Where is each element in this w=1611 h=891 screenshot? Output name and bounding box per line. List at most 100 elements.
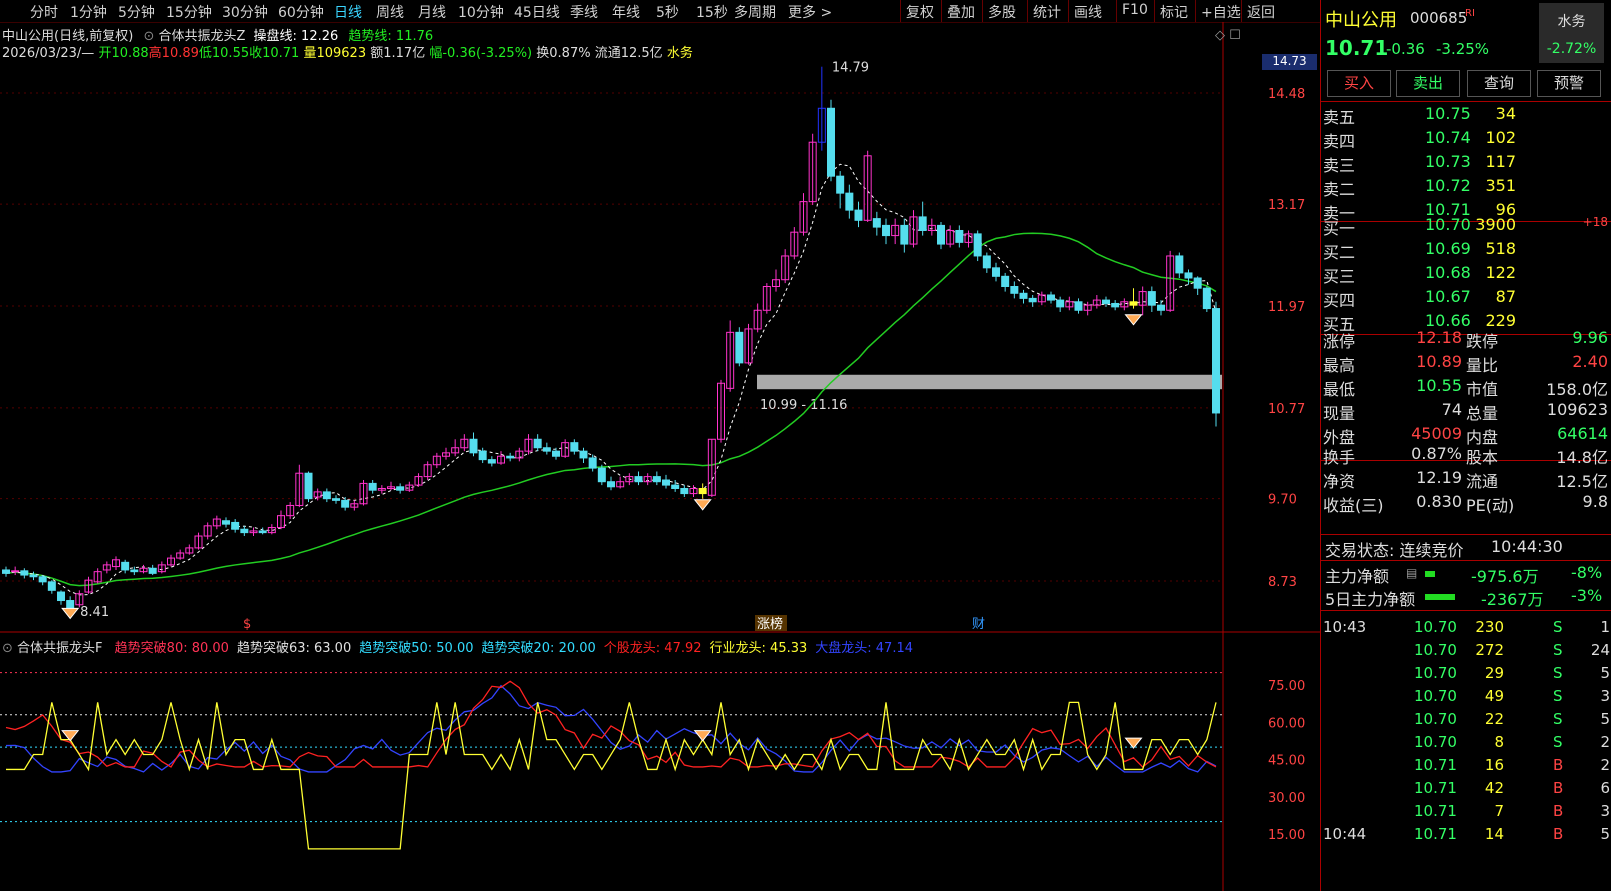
toolbar-button[interactable]: F10 [1122, 2, 1148, 18]
sub-indicator-item: 大盘龙头: 47.14 [815, 641, 913, 656]
candle-body [1157, 304, 1165, 311]
ask-row: 卖四 10.74 102 [1321, 126, 1611, 151]
stat-value: 10.89 [1416, 352, 1462, 371]
sub-indicator-item: 趋势突破80: 80.00 [114, 641, 229, 656]
level-label: 买二 [1323, 243, 1356, 262]
tick-price: 10.70 [1414, 733, 1457, 751]
candle-body [506, 455, 515, 459]
bid-row: 买二 10.69 518 [1321, 237, 1611, 262]
candle-body [29, 574, 38, 578]
period-tab[interactable]: 45日线 [514, 2, 560, 22]
collapse-icon[interactable]: ◇ ☐ [1215, 28, 1241, 43]
buy-button[interactable]: 买入 [1327, 70, 1391, 97]
query-button[interactable]: 查询 [1467, 70, 1531, 97]
alert-button[interactable]: 预警 [1537, 70, 1601, 97]
main-net-pct: -8% [1571, 563, 1603, 582]
candle-body [1129, 301, 1138, 306]
tick-row[interactable]: 10.71 16 B 2 [1321, 754, 1611, 778]
candle-body [1147, 291, 1156, 306]
tick-row[interactable]: 10.70 8 S 2 [1321, 731, 1611, 755]
sector-box[interactable]: 水务 -2.72% [1539, 3, 1604, 63]
toolbar-button[interactable]: 画线 [1074, 2, 1102, 22]
level-price: 10.72 [1425, 176, 1471, 195]
candle-body [1010, 286, 1019, 294]
stat-value: 9.96 [1572, 328, 1608, 347]
period-tab[interactable]: 周线 [376, 2, 404, 22]
candle-body [148, 567, 157, 574]
level-volume: 518 [1485, 239, 1516, 258]
sub-indicator-item: 趋势突破63: 63.00 [236, 641, 352, 656]
tick-row[interactable]: 10.70 29 S 5 [1321, 662, 1611, 686]
stat-value: 158.0亿 [1546, 380, 1608, 399]
period-tab[interactable]: 30分钟 [222, 2, 268, 22]
sub-tick-label: 45.00 [1268, 754, 1305, 769]
stat-value: 64614 [1557, 424, 1608, 443]
signal-diamond-icon [61, 607, 80, 620]
period-tab[interactable]: 分时 [30, 2, 58, 22]
tick-volume: 7 [1494, 802, 1504, 820]
period-tab[interactable]: 15分钟 [166, 2, 212, 22]
tick-side: S [1553, 664, 1563, 682]
tick-count: 6 [1600, 779, 1610, 797]
candle-body [478, 450, 487, 461]
period-tab[interactable]: 季线 [570, 2, 598, 22]
sell-button[interactable]: 卖出 [1396, 70, 1460, 97]
tick-volume: 16 [1484, 756, 1504, 774]
tick-side: S [1553, 710, 1563, 728]
level-volume: 122 [1485, 263, 1516, 282]
stock-code: 000685 [1410, 9, 1468, 27]
period-tab[interactable]: 多周期 [734, 2, 776, 22]
period-tab[interactable]: 5分钟 [118, 2, 155, 22]
period-tab[interactable]: 10分钟 [458, 2, 504, 22]
event-marker: $ [243, 617, 251, 632]
level-volume: 117 [1485, 152, 1516, 171]
level-price: 10.73 [1425, 152, 1471, 171]
period-tab[interactable]: 更多 > [788, 2, 832, 22]
candle-body [652, 476, 661, 483]
candle-body [698, 487, 707, 495]
main5-net-pct: -3% [1571, 586, 1603, 605]
tick-row[interactable]: 10.70 22 S 5 [1321, 708, 1611, 732]
toolbar-button[interactable]: 统计 [1033, 2, 1061, 22]
tick-row[interactable]: 10:43 10.70 230 S 1 [1321, 616, 1611, 640]
toolbar-button[interactable]: 返回 [1247, 2, 1275, 22]
period-tab[interactable]: 月线 [418, 2, 446, 22]
main-net-icon[interactable]: ▤ [1406, 566, 1417, 580]
period-tab[interactable]: 5秒 [656, 2, 679, 22]
toolbar-button[interactable]: 标记 [1160, 2, 1188, 22]
sub-indicator-item: 行业龙头: 45.33 [709, 641, 808, 656]
tick-row[interactable]: 10.70 49 S 3 [1321, 685, 1611, 709]
tick-row[interactable]: 10.71 42 B 6 [1321, 777, 1611, 801]
period-tab[interactable]: 日线 [334, 2, 362, 22]
level-extra: +18 [1582, 215, 1608, 229]
toolbar-button[interactable]: +自选 [1201, 2, 1241, 22]
tick-row[interactable]: 10.71 7 B 3 [1321, 800, 1611, 824]
period-tab[interactable]: 60分钟 [278, 2, 324, 22]
period-tab[interactable]: 1分钟 [70, 2, 107, 22]
period-tab[interactable]: 年线 [612, 2, 640, 22]
tick-count: 5 [1600, 825, 1610, 843]
toolbar-button[interactable]: 多股 [988, 2, 1016, 22]
period-tab[interactable]: 15秒 [696, 2, 728, 22]
stat-label: 股本 [1466, 448, 1499, 467]
ohlc-info: 2026/03/23/— 开10.88高10.89低10.55收10.71 量1… [2, 46, 693, 61]
toolbar-button[interactable]: 复权 [906, 2, 934, 22]
kline-chart[interactable]: 14.48 13.17 11.97 10.77 9.70 8.73 10.99 - 11.1… [0, 22, 1320, 891]
candle-body [240, 528, 249, 534]
stock-name: 中山公用 [1325, 10, 1397, 31]
sub-toggle-icon[interactable]: ⊙ [2, 641, 13, 656]
tick-row[interactable]: 10.70 272 S 24 [1321, 639, 1611, 663]
tick-side: S [1553, 641, 1563, 659]
candle-body [222, 520, 230, 525]
toolbar-button[interactable]: 叠加 [947, 2, 975, 22]
stat-value: 0.830 [1416, 492, 1462, 511]
level-label: 买一 [1323, 219, 1356, 238]
stat-label: 量比 [1466, 356, 1499, 375]
event-marker: 涨榜 [757, 616, 783, 632]
tick-row[interactable]: 10:44 10.71 14 B 5 [1321, 823, 1611, 847]
price-tick-label: 8.73 [1268, 575, 1297, 590]
level-label: 卖三 [1323, 156, 1356, 175]
stat-value: 2.40 [1572, 352, 1608, 371]
candle-body [542, 447, 551, 452]
sub-indicator-header: ⊙ 合体共振龙头F 趋势突破80: 80.00 趋势突破63: 63.00 趋势突破… [2, 641, 913, 656]
